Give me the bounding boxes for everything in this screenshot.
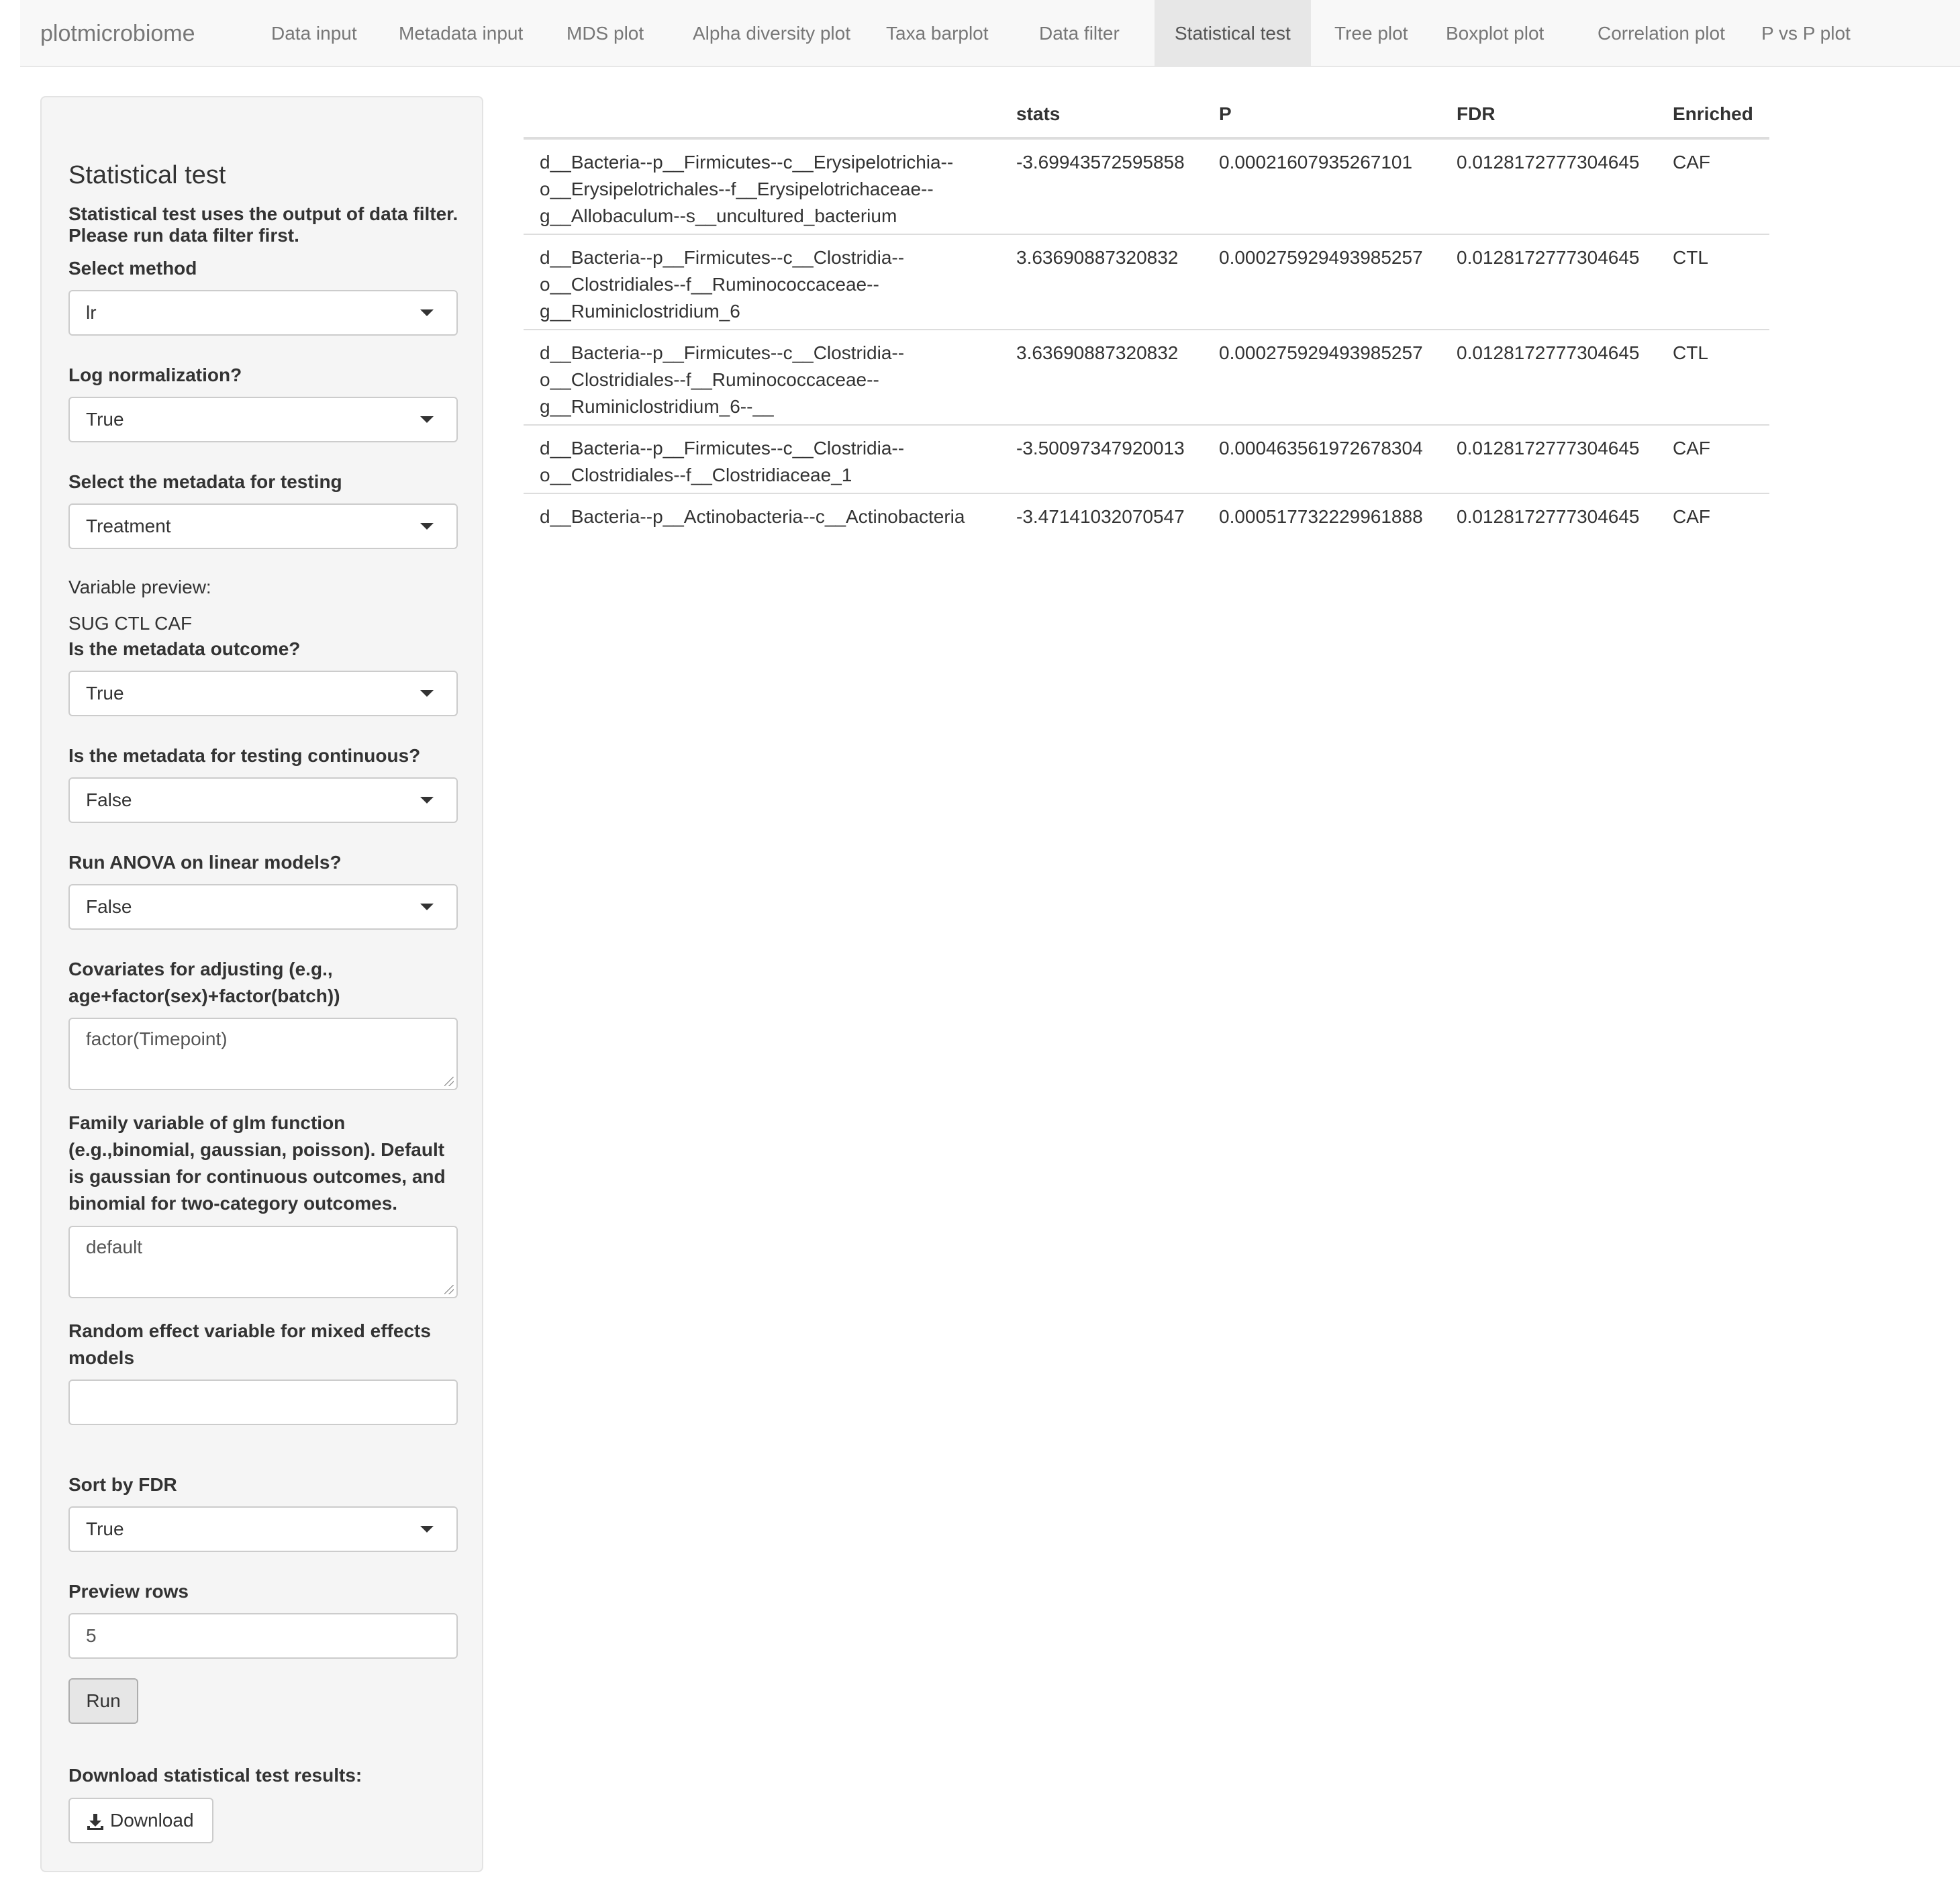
fdr-cell: 0.0128172777304645 <box>1457 247 1640 268</box>
tab-alpha-diversity-plot[interactable]: Alpha diversity plot <box>673 0 871 67</box>
chevron-down-icon <box>420 690 434 697</box>
download-icon <box>87 1814 103 1830</box>
resize-handle-icon[interactable] <box>444 1077 454 1086</box>
chevron-down-icon <box>420 797 434 804</box>
download-button-label: Download <box>110 1810 194 1831</box>
chevron-down-icon <box>420 309 434 316</box>
metadata-label: Select the metadata for testing <box>68 471 342 492</box>
stats-cell: -3.50097347920013 <box>1016 438 1185 458</box>
panel-description: Statistical test uses the output of data… <box>68 203 458 246</box>
preview-rows-label: Preview rows <box>68 1581 189 1602</box>
header-divider <box>524 137 1769 140</box>
log-normalization-value: True <box>86 409 124 430</box>
tab-mds-plot[interactable]: MDS plot <box>546 0 664 67</box>
random-effect-input[interactable] <box>68 1379 458 1425</box>
resize-handle-icon[interactable] <box>444 1285 454 1294</box>
tab-metadata-input[interactable]: Metadata input <box>379 0 543 67</box>
family-value: default <box>86 1237 143 1257</box>
sort-fdr-select[interactable]: True <box>68 1506 458 1552</box>
anova-label: Run ANOVA on linear models? <box>68 852 342 873</box>
continuous-value: False <box>86 789 132 810</box>
stats-cell: -3.69943572595858 <box>1016 152 1185 173</box>
download-label: Download statistical test results: <box>68 1765 362 1786</box>
row-divider <box>524 493 1769 494</box>
continuous-select[interactable]: False <box>68 777 458 823</box>
taxon-cell: d__Bacteria--p__Firmicutes--c__Clostridi… <box>540 247 905 322</box>
enriched-cell: CAF <box>1673 152 1710 173</box>
fdr-cell: 0.0128172777304645 <box>1457 152 1640 173</box>
row-divider <box>524 329 1769 330</box>
top-navbar: plotmicrobiome Data input Metadata input… <box>20 0 1960 67</box>
tab-p-vs-p-plot[interactable]: P vs P plot <box>1741 0 1871 67</box>
tab-boxplot-plot[interactable]: Boxplot plot <box>1426 0 1564 67</box>
tab-correlation-plot[interactable]: Correlation plot <box>1577 0 1745 67</box>
method-value: lr <box>86 302 97 323</box>
family-label: Family variable of glm function (e.g.,bi… <box>68 1112 446 1214</box>
row-divider <box>524 424 1769 426</box>
variable-preview-value: SUG CTL CAF <box>68 613 193 634</box>
tab-data-input[interactable]: Data input <box>251 0 377 67</box>
anova-select[interactable]: False <box>68 884 458 930</box>
fdr-cell: 0.0128172777304645 <box>1457 342 1640 363</box>
family-input[interactable]: default <box>68 1226 458 1298</box>
stats-cell: 3.63690887320832 <box>1016 342 1179 363</box>
p-value-cell: 0.000275929493985257 <box>1219 247 1423 268</box>
metadata-select[interactable]: Treatment <box>68 503 458 549</box>
fdr-cell: 0.0128172777304645 <box>1457 438 1640 458</box>
run-button[interactable]: Run <box>68 1678 138 1724</box>
download-button[interactable]: Download <box>68 1798 213 1843</box>
p-value-cell: 0.000275929493985257 <box>1219 342 1423 363</box>
tab-taxa-barplot[interactable]: Taxa barplot <box>866 0 1009 67</box>
covariates-label: Covariates for adjusting (e.g., age+fact… <box>68 959 340 1006</box>
stats-cell: 3.63690887320832 <box>1016 247 1179 268</box>
taxon-cell: d__Bacteria--p__Firmicutes--c__Clostridi… <box>540 342 905 417</box>
metadata-value: Treatment <box>86 516 171 536</box>
p-value-cell: 0.000463561972678304 <box>1219 438 1423 458</box>
p-value-cell: 0.00021607935267101 <box>1219 152 1413 173</box>
covariates-value: factor(Timepoint) <box>86 1028 228 1049</box>
tab-statistical-test[interactable]: Statistical test <box>1155 0 1311 67</box>
taxon-cell: d__Bacteria--p__Firmicutes--c__Erysipelo… <box>540 152 954 226</box>
outcome-label: Is the metadata outcome? <box>68 638 301 659</box>
outcome-value: True <box>86 683 124 704</box>
column-header-enriched: Enriched <box>1673 103 1753 124</box>
chevron-down-icon <box>420 523 434 530</box>
enriched-cell: CAF <box>1673 438 1710 458</box>
method-label: Select method <box>68 258 197 279</box>
log-normalization-select[interactable]: True <box>68 397 458 442</box>
row-divider <box>524 234 1769 235</box>
preview-rows-input[interactable]: 5 <box>68 1613 458 1659</box>
chevron-down-icon <box>420 416 434 423</box>
sort-fdr-label: Sort by FDR <box>68 1474 177 1495</box>
covariates-input[interactable]: factor(Timepoint) <box>68 1018 458 1090</box>
variable-preview-label: Variable preview: <box>68 577 211 597</box>
taxon-cell: d__Bacteria--p__Actinobacteria--c__Actin… <box>540 506 965 527</box>
preview-rows-value: 5 <box>86 1625 97 1646</box>
random-effect-label: Random effect variable for mixed effects… <box>68 1320 431 1368</box>
tab-tree-plot[interactable]: Tree plot <box>1314 0 1428 67</box>
tab-data-filter[interactable]: Data filter <box>1019 0 1140 67</box>
panel-title: Statistical test <box>68 161 226 189</box>
fdr-cell: 0.0128172777304645 <box>1457 506 1640 527</box>
anova-value: False <box>86 896 132 917</box>
p-value-cell: 0.000517732229961888 <box>1219 506 1423 527</box>
chevron-down-icon <box>420 904 434 910</box>
enriched-cell: CTL <box>1673 247 1708 268</box>
taxon-cell: d__Bacteria--p__Firmicutes--c__Clostridi… <box>540 438 905 485</box>
sidebar-panel: Statistical test Statistical test uses t… <box>40 96 483 1872</box>
method-select[interactable]: lr <box>68 290 458 336</box>
enriched-cell: CAF <box>1673 506 1710 527</box>
app-brand[interactable]: plotmicrobiome <box>40 0 195 67</box>
log-normalization-label: Log normalization? <box>68 365 242 385</box>
sort-fdr-value: True <box>86 1518 124 1539</box>
column-header-fdr: FDR <box>1457 103 1496 124</box>
outcome-select[interactable]: True <box>68 671 458 716</box>
column-header-p: P <box>1219 103 1232 124</box>
column-header-stats: stats <box>1016 103 1061 124</box>
stats-cell: -3.47141032070547 <box>1016 506 1185 527</box>
chevron-down-icon <box>420 1526 434 1533</box>
enriched-cell: CTL <box>1673 342 1708 363</box>
continuous-label: Is the metadata for testing continuous? <box>68 745 421 766</box>
